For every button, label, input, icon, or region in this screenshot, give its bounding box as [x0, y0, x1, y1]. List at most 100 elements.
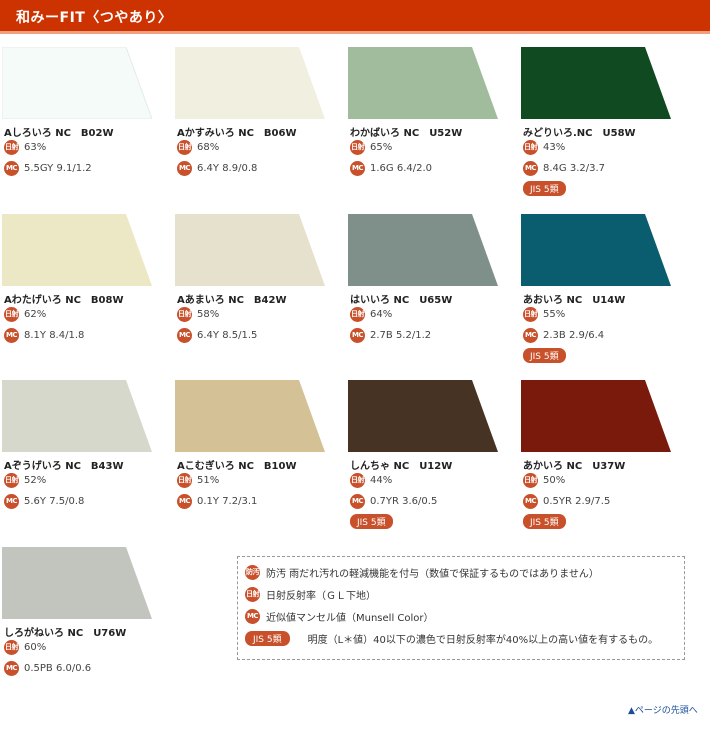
- reflect-badge-icon: 日射: [523, 473, 538, 488]
- legend-munsell-text: 近似値マンセル値（Munsell Color）: [266, 613, 434, 624]
- munsell-value: 1.6G 6.4/2.0: [370, 163, 433, 174]
- color-swatch: [2, 547, 152, 619]
- reflectance-value: 44%: [370, 475, 393, 486]
- section-title: 和みーFIT〈つやあり〉: [16, 10, 173, 26]
- munsell-badge-icon: MC: [523, 161, 538, 176]
- color-name: Aぞうげいろ NC B43W: [4, 461, 124, 472]
- reflect-badge-icon: 日射: [177, 473, 192, 488]
- color-card: あかいろ NC U37W 日射 50% MC 0.5YR 2.9/7.5 JIS 5類: [521, 380, 681, 532]
- munsell-badge-icon: MC: [177, 161, 192, 176]
- swatch-shape: [521, 47, 671, 119]
- reflectance-value: 51%: [197, 475, 220, 486]
- swatch-shape: [175, 214, 325, 286]
- munsell-value: 5.6Y 7.5/0.8: [24, 496, 85, 507]
- color-card: しろがねいろ NC U76W 日射 60% MC 0.5PB 6.0/0.6: [2, 547, 162, 699]
- munsell-value: 2.7B 5.2/1.2: [370, 330, 432, 341]
- swatch-shape: [2, 547, 152, 619]
- munsell-line: MC 6.4Y 8.5/1.5: [177, 328, 257, 343]
- color-name: Aしろいろ NC B02W: [4, 128, 114, 139]
- swatch-shape: [348, 47, 498, 119]
- reflect-badge-icon: 日射: [523, 140, 538, 155]
- munsell-badge-icon: MC: [350, 328, 365, 343]
- munsell-line: MC 0.5YR 2.9/7.5: [523, 494, 610, 509]
- swatch-shape: [348, 380, 498, 452]
- reflectance-value: 43%: [543, 142, 566, 153]
- munsell-line: MC 2.3B 2.9/6.4: [523, 328, 604, 343]
- reflectance-line: 日射 62%: [4, 307, 46, 322]
- color-swatch: [2, 214, 152, 286]
- munsell-badge-icon: MC: [177, 494, 192, 509]
- munsell-value: 8.1Y 8.4/1.8: [24, 330, 85, 341]
- reflectance-line: 日射 51%: [177, 473, 219, 488]
- munsell-value: 2.3B 2.9/6.4: [543, 330, 605, 341]
- swatch-shape: [175, 47, 325, 119]
- reflectance-line: 日射 64%: [350, 307, 392, 322]
- color-swatch: [521, 214, 671, 286]
- color-swatch: [2, 380, 152, 452]
- legend-reflect-text: 日射反射率（ＧＬ下地）: [266, 591, 376, 602]
- color-name: Aかすみいろ NC B06W: [177, 128, 297, 139]
- swatch-shape: [2, 380, 152, 452]
- munsell-badge-icon: MC: [523, 494, 538, 509]
- jis-badge: JIS 5類: [523, 514, 566, 529]
- munsell-badge-icon: MC: [4, 494, 19, 509]
- color-swatch: [348, 47, 498, 119]
- color-card: Aわたげいろ NC B08W 日射 62% MC 8.1Y 8.4/1.8: [2, 214, 162, 366]
- color-card: あおいろ NC U14W 日射 55% MC 2.3B 2.9/6.4 JIS 5類: [521, 214, 681, 366]
- color-swatch: [348, 380, 498, 452]
- reflectance-line: 日射 63%: [4, 140, 46, 155]
- swatch-shape: [2, 47, 152, 119]
- color-name: あかいろ NC U37W: [523, 461, 626, 472]
- color-swatch: [175, 214, 325, 286]
- munsell-line: MC 0.5PB 6.0/0.6: [4, 661, 91, 676]
- reflectance-line: 日射 52%: [4, 473, 46, 488]
- reflectance-value: 64%: [370, 309, 393, 320]
- color-card: Aあまいろ NC B42W 日射 58% MC 6.4Y 8.5/1.5: [175, 214, 335, 366]
- page-top-link[interactable]: ▲ページの先頭へ: [628, 703, 698, 716]
- reflectance-value: 68%: [197, 142, 220, 153]
- reflectance-line: 日射 50%: [523, 473, 565, 488]
- color-name: わかばいろ NC U52W: [350, 128, 463, 139]
- color-name: みどりいろ.NC U58W: [523, 128, 636, 139]
- munsell-badge-icon: MC: [245, 609, 260, 624]
- reflectance-line: 日射 65%: [350, 140, 392, 155]
- munsell-line: MC 5.5GY 9.1/1.2: [4, 161, 92, 176]
- color-swatch: [521, 47, 671, 119]
- swatch-shape: [2, 214, 152, 286]
- color-card: Aこむぎいろ NC B10W 日射 51% MC 0.1Y 7.2/3.1: [175, 380, 335, 532]
- color-card: Aかすみいろ NC B06W 日射 68% MC 6.4Y 8.9/0.8: [175, 47, 335, 199]
- color-name: しろがねいろ NC U76W: [4, 628, 127, 639]
- munsell-badge-icon: MC: [350, 494, 365, 509]
- munsell-line: MC 2.7B 5.2/1.2: [350, 328, 431, 343]
- jis-badge: JIS 5類: [523, 348, 566, 363]
- reflectance-value: 58%: [197, 309, 220, 320]
- legend-jis-text: 明度（L＊値）40以下の濃色で日射反射率が40%以上の高い値を有するもの。: [307, 635, 659, 646]
- reflect-badge-icon: 日射: [4, 640, 19, 655]
- legend-jis: JIS 5類 明度（L＊値）40以下の濃色で日射反射率が40%以上の高い値を有す…: [245, 631, 658, 646]
- reflect-badge-icon: 日射: [177, 140, 192, 155]
- munsell-line: MC 6.4Y 8.9/0.8: [177, 161, 257, 176]
- legend-munsell: MC 近似値マンセル値（Munsell Color）: [245, 609, 434, 624]
- munsell-value: 0.1Y 7.2/3.1: [197, 496, 258, 507]
- reflectance-value: 60%: [24, 642, 47, 653]
- munsell-line: MC 8.4G 3.2/3.7: [523, 161, 605, 176]
- reflect-badge-icon: 日射: [4, 140, 19, 155]
- color-name: あおいろ NC U14W: [523, 295, 626, 306]
- reflect-badge-icon: 日射: [245, 587, 260, 602]
- reflectance-value: 55%: [543, 309, 566, 320]
- munsell-value: 0.5PB 6.0/0.6: [24, 663, 92, 674]
- legend-box: 防汚 防汚 雨だれ汚れの軽減機能を付与（数値で保証するものではありません） 日射…: [237, 556, 685, 660]
- reflect-badge-icon: 日射: [4, 473, 19, 488]
- color-name: しんちゃ NC U12W: [350, 461, 453, 472]
- reflectance-line: 日射 60%: [4, 640, 46, 655]
- munsell-value: 0.7YR 3.6/0.5: [370, 496, 438, 507]
- color-card: はいいろ NC U65W 日射 64% MC 2.7B 5.2/1.2: [348, 214, 508, 366]
- munsell-line: MC 5.6Y 7.5/0.8: [4, 494, 84, 509]
- jis-badge: JIS 5類: [523, 181, 566, 196]
- color-name: Aこむぎいろ NC B10W: [177, 461, 297, 472]
- munsell-badge-icon: MC: [4, 161, 19, 176]
- reflectance-value: 52%: [24, 475, 47, 486]
- munsell-value: 6.4Y 8.9/0.8: [197, 163, 258, 174]
- munsell-badge-icon: MC: [177, 328, 192, 343]
- swatch-shape: [521, 214, 671, 286]
